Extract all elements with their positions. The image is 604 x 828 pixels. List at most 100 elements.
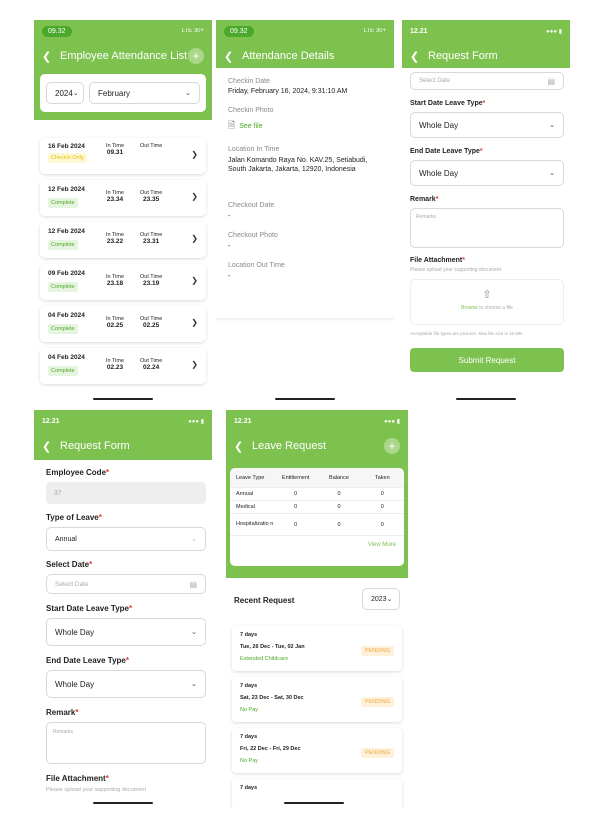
cell-entitlement: 0 xyxy=(294,491,298,497)
back-arrow-icon[interactable]: ❮ xyxy=(234,440,252,453)
status-badge: Complete xyxy=(48,366,78,376)
row-date: 12 Feb 2024 xyxy=(48,228,85,235)
status-bar: 12.21 ●●● ▮ xyxy=(34,410,212,432)
balance-card: Leave Type Entitlement Balance Taken Ann… xyxy=(230,468,404,566)
clock: 12.21 xyxy=(42,417,60,425)
select-date-input[interactable]: Select Date ▤ xyxy=(46,574,206,594)
start-type-select[interactable]: Whole Day ⌄ xyxy=(46,618,206,646)
required-mark: * xyxy=(435,196,439,203)
out-value: 02.25 xyxy=(143,322,160,329)
leave-request-card[interactable]: 7 days Sat, 23 Dec - Sat, 30 Dec No Pay … xyxy=(232,677,402,722)
emp-code-label-text: Employee Code xyxy=(46,468,107,477)
type-select[interactable]: Annual ⌄ xyxy=(46,527,206,551)
page-title: Leave Request xyxy=(252,440,326,452)
file-icon: 🗎 xyxy=(228,120,236,130)
required-mark: * xyxy=(125,656,130,665)
attendance-row[interactable]: 12 Feb 2024 Complete In Time 23.34 Out Ti… xyxy=(40,180,206,216)
select-date-input[interactable]: Select Date ▤ xyxy=(410,72,564,90)
attendance-row[interactable]: 04 Feb 2024 Complete In Time 02.23 Out Ti… xyxy=(40,348,206,384)
cell-balance: 0 xyxy=(337,521,341,528)
request-type: No Pay xyxy=(240,707,259,713)
required-mark: * xyxy=(462,257,465,264)
page-title: Attendance Details xyxy=(242,50,335,62)
leave-request-card[interactable]: 7 days Fri, 22 Dec - Fri, 29 Dec No Pay … xyxy=(232,728,402,773)
required-mark: * xyxy=(479,148,483,155)
location-out-label: Location Out Time xyxy=(228,262,285,269)
chevron-down-icon: ⌄ xyxy=(72,90,79,97)
remark-label-text: Remark xyxy=(46,708,76,717)
out-time: Out Time 23.35 xyxy=(140,190,162,203)
chevron-down-icon: ⌄ xyxy=(386,596,393,603)
attendance-row[interactable]: 12 Feb 2024 Complete In Time 23.22 Out Ti… xyxy=(40,222,206,258)
add-icon[interactable]: + xyxy=(188,48,204,64)
screen-attendance-list: 09.32 LTE 30+ ❮ Employee Attendance List… xyxy=(34,20,212,402)
start-type-label-text: Start Date Leave Type xyxy=(410,100,483,107)
add-icon[interactable]: + xyxy=(384,438,400,454)
cell-leave-type: Medical xyxy=(236,503,255,510)
header: 09.32 LTE 30+ ❮ Employee Attendance List… xyxy=(34,20,212,120)
row-date: 12 Feb 2024 xyxy=(48,186,85,193)
page-title: Employee Attendance List xyxy=(60,50,188,62)
cell-leave-type: Hospitalizatio n xyxy=(236,521,274,527)
in-value: 23.18 xyxy=(106,280,124,287)
remark-textarea[interactable]: Remarks xyxy=(410,208,564,248)
end-type-value: Whole Day xyxy=(55,679,95,689)
table-row: Annual 0 0 0 xyxy=(230,488,404,501)
year-select[interactable]: 2023 ⌄ xyxy=(362,588,400,610)
back-arrow-icon[interactable]: ❮ xyxy=(42,440,60,453)
chevron-right-icon: ❯ xyxy=(191,318,198,327)
chevron-right-icon: ❯ xyxy=(191,150,198,159)
end-type-select[interactable]: Whole Day ⌄ xyxy=(410,160,564,186)
signal-icon: LTE 30+ xyxy=(181,28,204,34)
required-mark: * xyxy=(105,774,109,783)
remark-label-text: Remark xyxy=(410,196,436,203)
upload-icon: ⇧ xyxy=(482,289,492,301)
end-type-select[interactable]: Whole Day ⌄ xyxy=(46,670,206,698)
back-arrow-icon[interactable]: ❮ xyxy=(224,50,242,63)
request-range: Fri, 22 Dec - Fri, 29 Dec xyxy=(240,746,301,752)
status-bar: 12.21 ●●● ▮ xyxy=(226,410,408,432)
signal-icon: LTE 30+ xyxy=(363,28,386,34)
status-badge: Complete xyxy=(48,282,78,292)
browse-link[interactable]: Browse xyxy=(461,305,478,311)
select-date-label: Select Date* xyxy=(46,560,206,569)
year-select[interactable]: 2024 ⌄ xyxy=(46,82,84,104)
status-badge: Complete xyxy=(48,198,78,208)
in-time: In Time 02.23 xyxy=(106,358,124,371)
start-type-value: Whole Day xyxy=(55,627,95,637)
in-value: 23.22 xyxy=(106,238,124,245)
attendance-row[interactable]: 09 Feb 2024 Complete In Time 23.18 Out Ti… xyxy=(40,264,206,300)
status-badge: Complete xyxy=(48,324,78,334)
attendance-row[interactable]: 16 Feb 2024 Checkin Only In Time 09.31 Ou… xyxy=(40,138,206,174)
remark-textarea[interactable]: Remarks xyxy=(46,722,206,764)
end-type-label-text: End Date Leave Type xyxy=(410,148,480,155)
header: 12.21 ●●● ▮ ❮ Leave Request + Leave Type… xyxy=(226,410,408,578)
file-label-text: File Attachment xyxy=(46,774,106,783)
cell-leave-type: Annual xyxy=(236,490,254,497)
home-indicator xyxy=(284,802,344,804)
screen-leave-request: 12.21 ●●● ▮ ❮ Leave Request + Leave Type… xyxy=(226,410,408,808)
out-time: Out Time 23.31 xyxy=(140,232,162,245)
request-days: 7 days xyxy=(240,785,258,791)
in-time: In Time 09.31 xyxy=(106,143,124,156)
out-label: Out Time xyxy=(140,143,163,149)
submit-button[interactable]: Submit Request xyxy=(410,348,564,372)
back-arrow-icon[interactable]: ❮ xyxy=(42,50,60,63)
see-file-link[interactable]: 🗎 See file xyxy=(228,118,382,134)
start-type-select[interactable]: Whole Day ⌄ xyxy=(410,112,564,138)
attendance-row[interactable]: 04 Feb 2024 Complete In Time 02.25 Out Ti… xyxy=(40,306,206,342)
table-header: Leave Type Entitlement Balance Taken xyxy=(230,468,404,488)
wifi-battery-icon: ●●● ▮ xyxy=(546,28,562,35)
back-arrow-icon[interactable]: ❮ xyxy=(410,50,428,63)
file-dropzone[interactable]: ⇧ Browse to choose a file xyxy=(410,279,564,325)
leave-request-card[interactable]: 7 days Tue, 26 Dec - Tue, 02 Jan Extende… xyxy=(232,626,402,671)
screen-request-form: 12.21 ●●● ▮ ❮ Request Form Employee Code… xyxy=(34,410,212,808)
month-select[interactable]: February ⌄ xyxy=(89,82,200,104)
chevron-down-icon: ⌄ xyxy=(549,122,555,129)
nav-bar: ❮ Attendance Details xyxy=(216,42,394,70)
select-date-placeholder: Select Date xyxy=(55,580,89,588)
table-row: Hospitalizatio n 0 0 0 xyxy=(230,514,404,536)
out-time: Out Time 02.25 xyxy=(140,316,162,329)
location-in-label: Location In Time xyxy=(228,146,280,153)
view-more-link[interactable]: View More xyxy=(230,536,404,548)
